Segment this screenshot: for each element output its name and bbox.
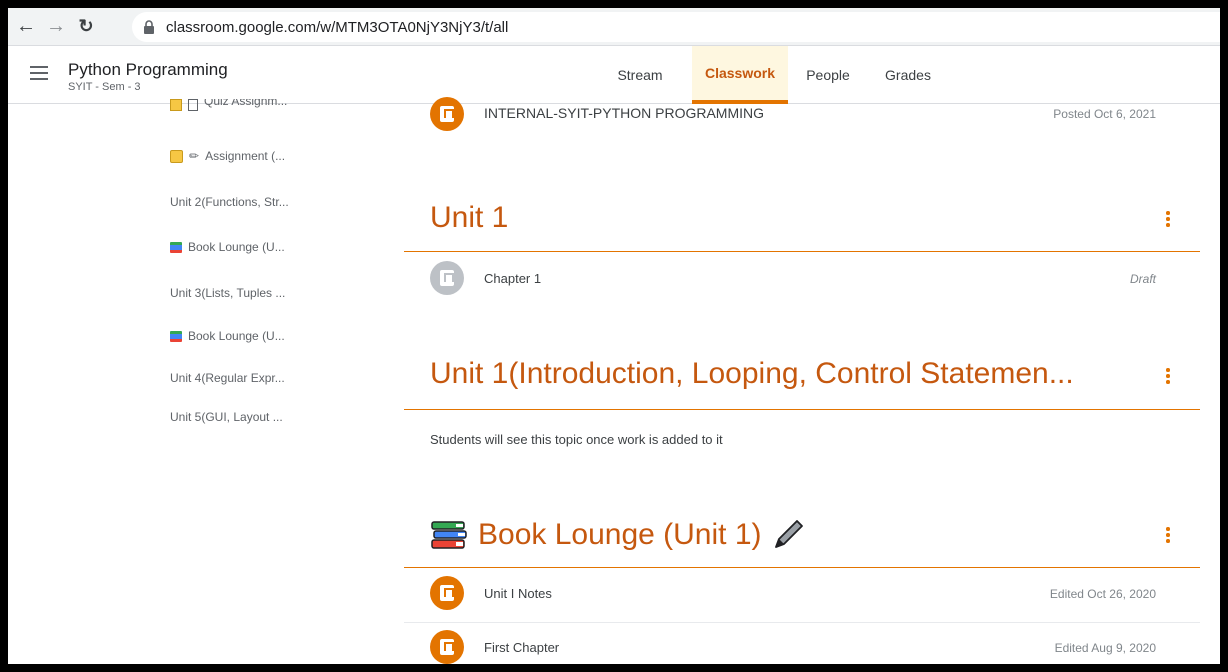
topic-divider: [404, 251, 1200, 252]
sidebar-item-label: Book Lounge (U...: [188, 240, 285, 254]
item-meta: Edited Aug 9, 2020: [1054, 641, 1156, 655]
item-meta: Draft: [1129, 272, 1156, 286]
list-item[interactable]: Unit I Notes Edited Oct 26, 2020: [404, 571, 1200, 619]
topic-sidebar: Quiz Assignm... ✏ Assignment (... Unit 2…: [8, 99, 388, 664]
books-icon: [431, 521, 467, 549]
topic-title[interactable]: Unit 1: [430, 201, 508, 235]
material-icon: [430, 630, 464, 664]
pencil-icon: ✏: [189, 149, 200, 163]
item-meta: Posted Oct 6, 2021: [1053, 107, 1156, 121]
back-arrow-icon[interactable]: ←: [14, 15, 38, 39]
item-title: INTERNAL-SYIT-PYTHON PROGRAMMING: [484, 105, 765, 121]
sidebar-item-book-lounge-1[interactable]: Book Lounge (U...: [170, 240, 285, 254]
more-options-icon[interactable]: [1166, 368, 1170, 386]
sidebar-item-unit-4[interactable]: Unit 4(Regular Expr...: [170, 371, 285, 385]
item-title: Unit I Notes: [484, 586, 552, 601]
sidebar-item-unit-3[interactable]: Unit 3(Lists, Tuples ...: [170, 286, 285, 300]
sidebar-item-label: Unit 5(GUI, Layout ...: [170, 410, 283, 424]
sidebar-item-book-lounge-2[interactable]: Book Lounge (U...: [170, 329, 285, 343]
memo-icon: [188, 99, 198, 111]
sidebar-item-label: Unit 2(Functions, Str...: [170, 195, 289, 209]
main-menu-icon[interactable]: [30, 66, 48, 80]
classwork-list: INTERNAL-SYIT-PYTHON PROGRAMMING Posted …: [404, 97, 1200, 664]
more-options-icon[interactable]: [1166, 211, 1170, 229]
topic-title[interactable]: Unit 1(Introduction, Looping, Control St…: [430, 357, 1074, 391]
topic-divider: [404, 567, 1200, 568]
sidebar-item-label: Assignment (...: [205, 149, 286, 163]
item-title: Chapter 1: [484, 271, 542, 286]
item-meta: Edited Oct 26, 2020: [1049, 587, 1156, 601]
list-item[interactable]: Chapter 1 Draft: [404, 255, 1200, 301]
material-icon: [430, 576, 464, 610]
list-item[interactable]: INTERNAL-SYIT-PYTHON PROGRAMMING Posted …: [404, 95, 1200, 133]
list-item[interactable]: First Chapter Edited Aug 9, 2020: [404, 625, 1200, 664]
item-divider: [404, 622, 1200, 623]
material-icon: [430, 97, 464, 131]
notepad-icon: [170, 99, 182, 111]
item-title: First Chapter: [484, 640, 560, 655]
sidebar-item-label: Unit 4(Regular Expr...: [170, 371, 285, 385]
class-section: SYIT - Sem - 3: [68, 81, 141, 93]
notepad-icon: [170, 149, 183, 163]
material-icon: [430, 261, 464, 295]
sidebar-item-label: Unit 3(Lists, Tuples ...: [170, 286, 286, 300]
empty-topic-note: Students will see this topic once work i…: [430, 432, 723, 447]
pencil-icon: [774, 520, 803, 548]
reload-icon[interactable]: ↻: [74, 15, 98, 39]
browser-toolbar: ← → ↻ classroom.google.com/w/MTM3OTA0NjY…: [8, 8, 1220, 46]
class-title[interactable]: Python Programming: [68, 60, 228, 80]
sidebar-item-label: Quiz Assignm...: [204, 99, 288, 108]
books-icon: [170, 330, 182, 342]
sidebar-item-assignment[interactable]: ✏ Assignment (...: [170, 149, 285, 163]
sidebar-item-unit-2[interactable]: Unit 2(Functions, Str...: [170, 195, 289, 209]
books-icon: [170, 241, 182, 253]
lock-icon: [144, 20, 154, 34]
topic-divider: [404, 409, 1200, 410]
sidebar-item-quiz[interactable]: Quiz Assignm...: [170, 99, 287, 111]
sidebar-item-unit-5[interactable]: Unit 5(GUI, Layout ...: [170, 410, 283, 424]
url-text: classroom.google.com/w/MTM3OTA0NjY3NjY3/…: [166, 18, 509, 36]
address-bar[interactable]: classroom.google.com/w/MTM3OTA0NjY3NjY3/…: [132, 12, 1220, 42]
sidebar-item-label: Book Lounge (U...: [188, 329, 285, 343]
forward-arrow-icon[interactable]: →: [44, 15, 68, 39]
topic-title: Book Lounge (Unit 1): [478, 518, 762, 551]
more-options-icon[interactable]: [1166, 527, 1170, 545]
app-frame: ← → ↻ classroom.google.com/w/MTM3OTA0NjY…: [8, 8, 1220, 664]
topic-header[interactable]: Book Lounge (Unit 1): [430, 517, 806, 553]
